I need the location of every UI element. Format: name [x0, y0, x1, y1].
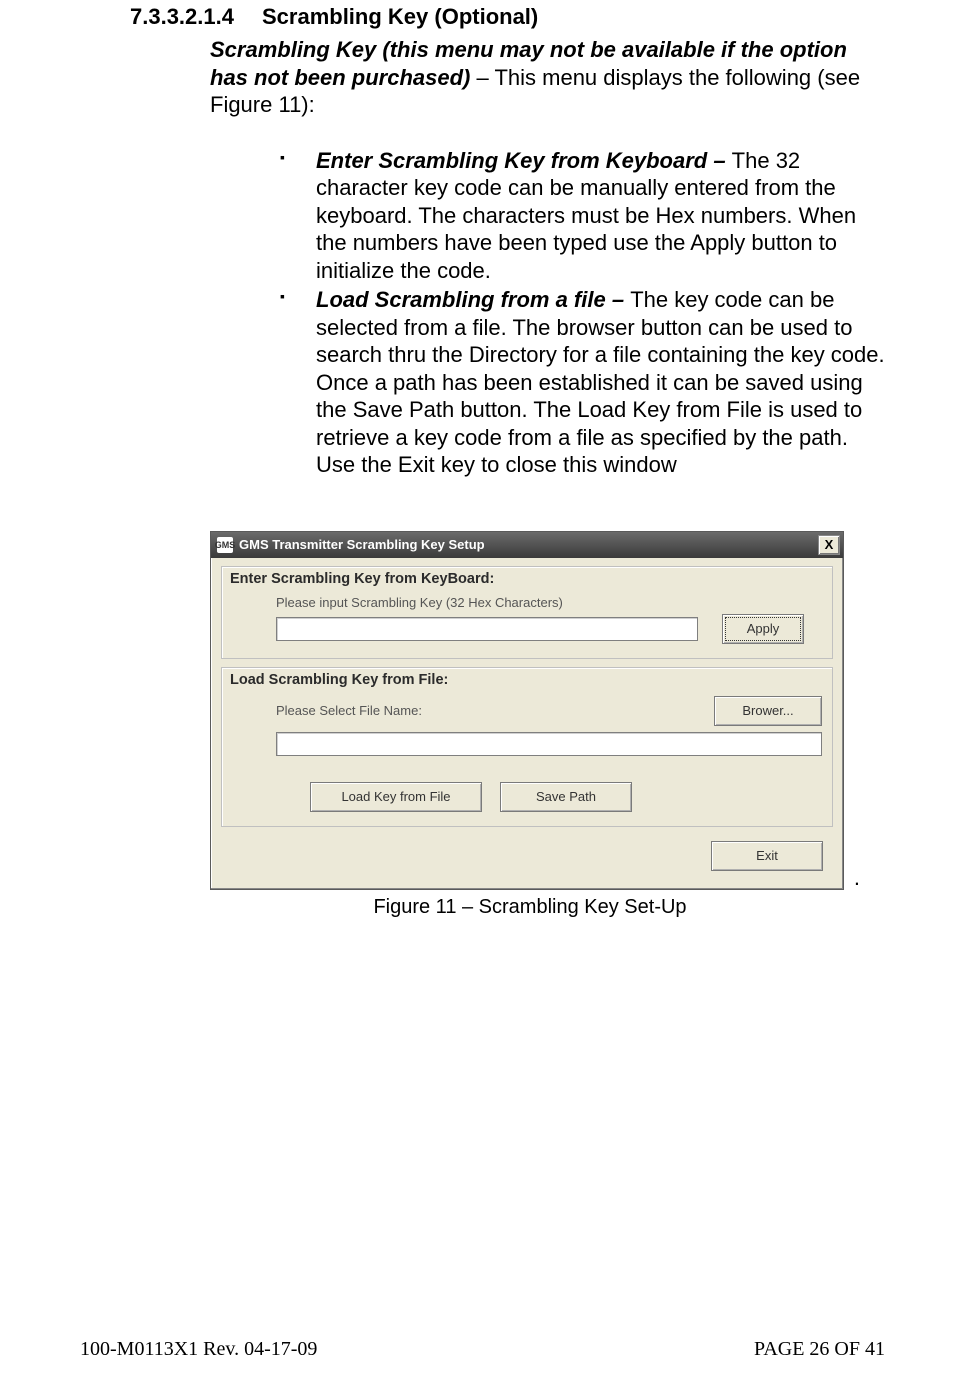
app-icon: GMS [217, 537, 233, 553]
exit-button[interactable]: Exit [711, 841, 823, 871]
group-load-file: Load Scrambling Key from File: Please Se… [221, 667, 833, 827]
file-path-input[interactable] [276, 732, 822, 756]
bullet-lead: Enter Scrambling Key from Keyboard – [316, 148, 732, 173]
footer-right: PAGE 26 OF 41 [754, 1338, 885, 1361]
bullet-lead: Load Scrambling from a file – [316, 287, 630, 312]
section-heading: 7.3.3.2.1.4 Scrambling Key (Optional) [130, 4, 885, 30]
title-bar[interactable]: GMS GMS Transmitter Scrambling Key Setup… [211, 532, 843, 558]
section-number: 7.3.3.2.1.4 [130, 4, 234, 30]
section-title: Scrambling Key (Optional) [262, 4, 538, 29]
hint-label: Please Select File Name: [276, 703, 714, 718]
browse-button[interactable]: Brower... [714, 696, 822, 726]
page-footer: 100-M0113X1 Rev. 04-17-09 PAGE 26 OF 41 [80, 1338, 885, 1361]
figure-caption: Figure 11 – Scrambling Key Set-Up [210, 896, 850, 919]
figure-wrapper: GMS GMS Transmitter Scrambling Key Setup… [210, 531, 850, 919]
intro-paragraph: Scrambling Key (this menu may not be ava… [210, 36, 885, 119]
bullet-list: Enter Scrambling Key from Keyboard – The… [280, 147, 885, 479]
exit-label: Exit [756, 848, 778, 863]
browse-label: Brower... [742, 703, 793, 718]
list-item: Enter Scrambling Key from Keyboard – The… [280, 147, 885, 285]
footer-left: 100-M0113X1 Rev. 04-17-09 [80, 1338, 317, 1361]
group-legend: Enter Scrambling Key from KeyBoard: [230, 571, 822, 587]
dialog-window: GMS GMS Transmitter Scrambling Key Setup… [210, 531, 844, 890]
close-icon: X [825, 537, 834, 552]
load-key-button[interactable]: Load Key from File [310, 782, 482, 812]
save-path-button[interactable]: Save Path [500, 782, 632, 812]
hint-label: Please input Scrambling Key (32 Hex Char… [276, 595, 822, 610]
window-title: GMS Transmitter Scrambling Key Setup [239, 537, 818, 552]
bullet-text: The key code can be selected from a file… [316, 287, 885, 477]
list-item: Load Scrambling from a file – The key co… [280, 286, 885, 479]
group-legend: Load Scrambling Key from File: [230, 672, 822, 688]
close-button[interactable]: X [818, 535, 840, 555]
trailing-period: . [854, 865, 860, 891]
group-enter-key: Enter Scrambling Key from KeyBoard: Plea… [221, 566, 833, 659]
load-key-label: Load Key from File [341, 789, 450, 804]
scrambling-key-input[interactable] [276, 617, 698, 641]
apply-label: Apply [747, 621, 780, 636]
save-path-label: Save Path [536, 789, 596, 804]
apply-button[interactable]: Apply [722, 614, 804, 644]
